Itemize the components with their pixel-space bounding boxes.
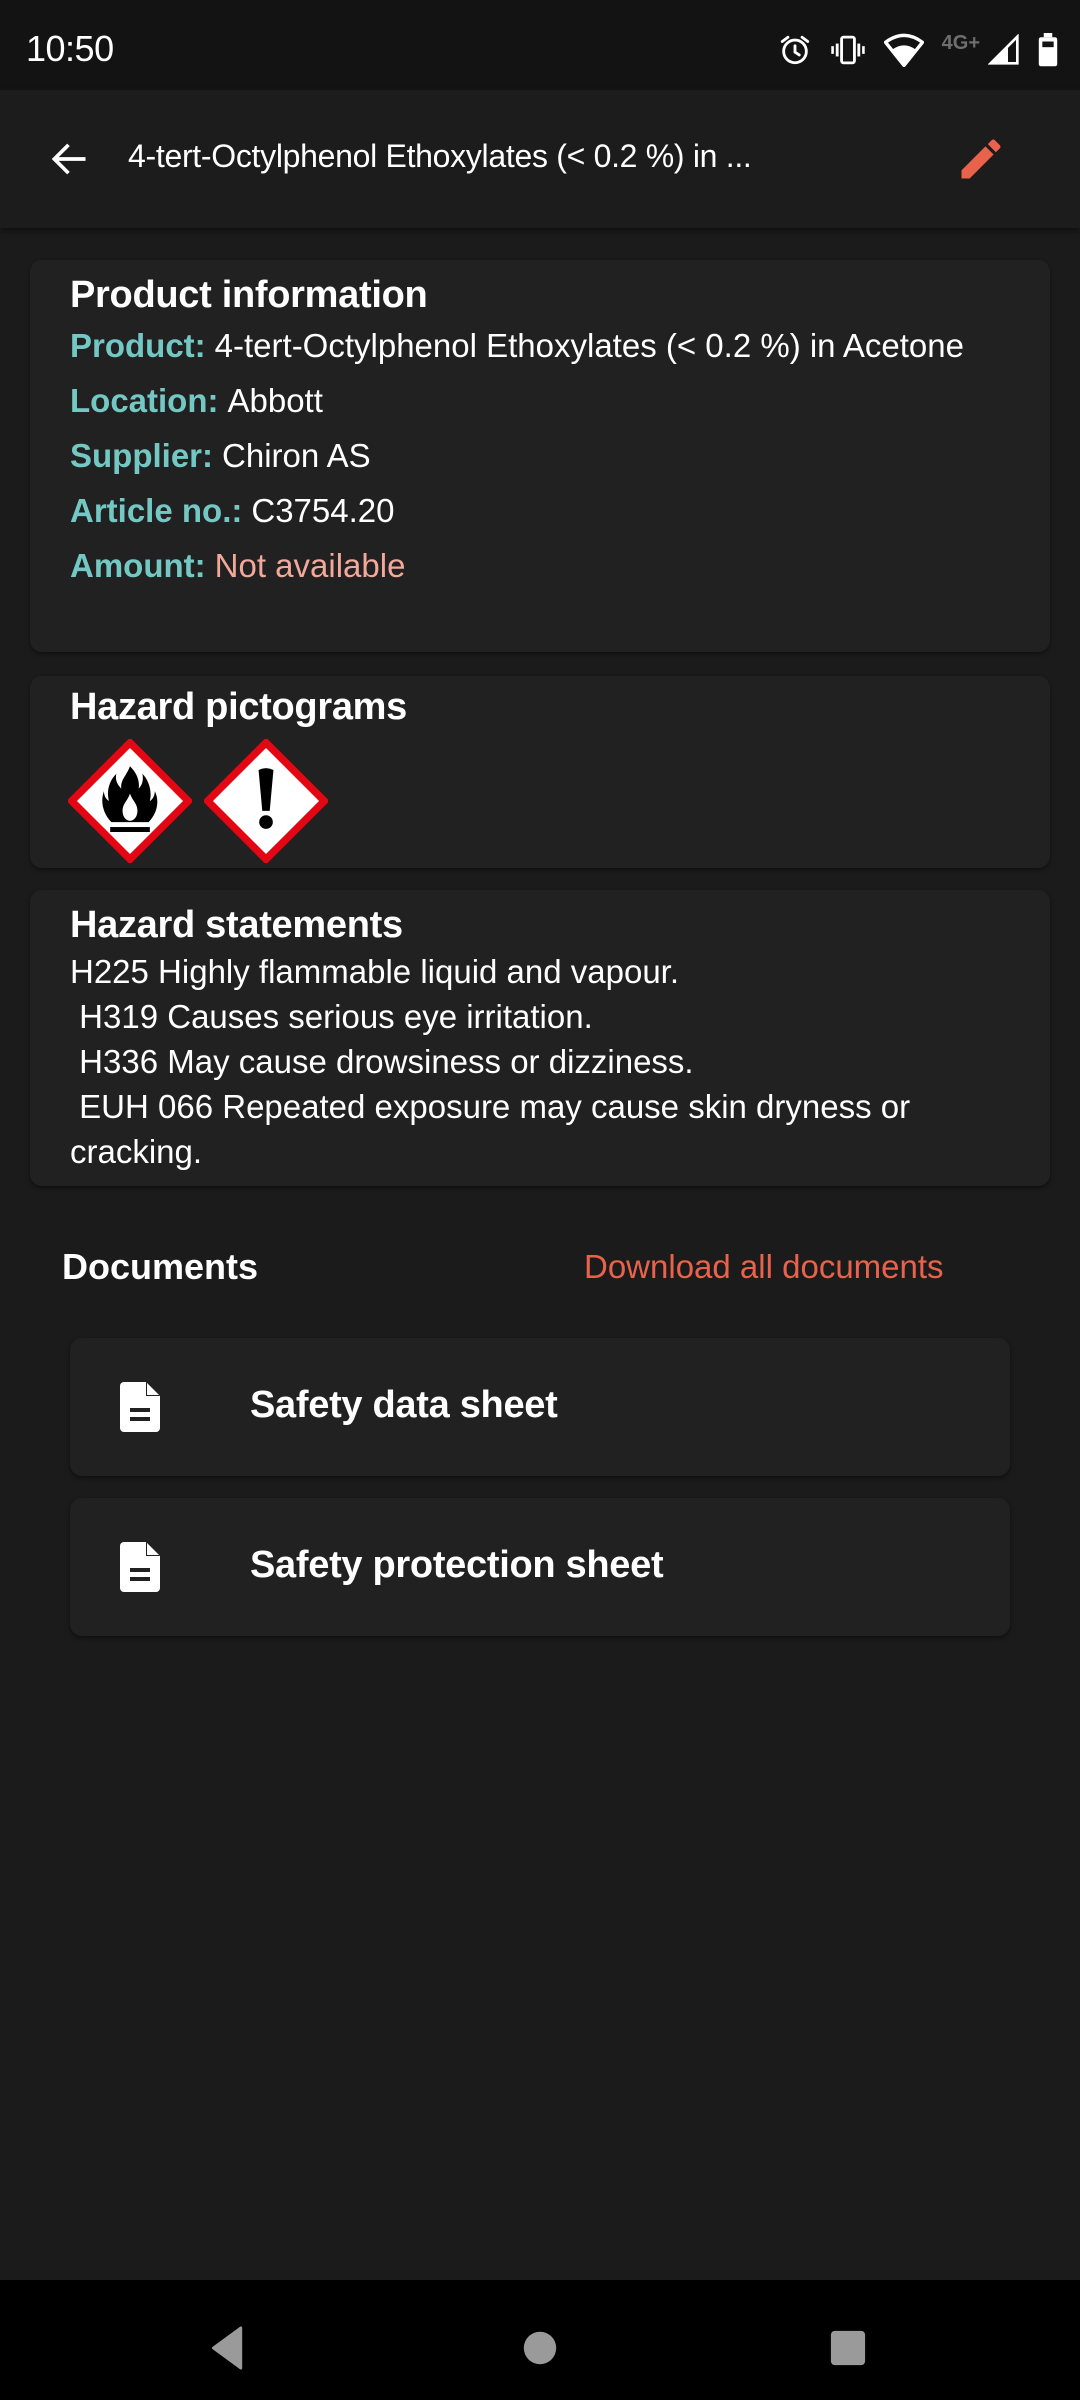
document-icon: [120, 1382, 160, 1432]
nav-back-button[interactable]: [198, 2318, 258, 2378]
back-button[interactable]: [40, 130, 98, 188]
document-label: Safety data sheet: [250, 1384, 558, 1426]
info-row-article: Article no.: C3754.20: [70, 488, 1010, 533]
pencil-icon: [961, 139, 1001, 179]
amount-label: Amount:: [70, 547, 206, 584]
flame-pictogram-icon: [68, 739, 192, 863]
nav-recents-button[interactable]: [818, 2318, 878, 2378]
document-item-safety-data-sheet[interactable]: Safety data sheet: [70, 1338, 1010, 1476]
document-item-safety-protection-sheet[interactable]: Safety protection sheet: [70, 1498, 1010, 1636]
supplier-value: Chiron AS: [222, 437, 371, 474]
nav-home-icon: [523, 2331, 557, 2365]
edit-button[interactable]: [950, 128, 1012, 190]
supplier-label: Supplier:: [70, 437, 214, 474]
article-label: Article no.:: [70, 492, 243, 529]
product-value: 4-tert-Octylphenol Ethoxylates (< 0.2 %)…: [214, 327, 964, 364]
product-label: Product:: [70, 327, 206, 364]
info-row-product: Product: 4-tert-Octylphenol Ethoxylates …: [70, 323, 1010, 368]
network-type-label: 4G+: [941, 31, 980, 54]
product-information-title: Product information: [70, 274, 428, 316]
info-row-location: Location: Abbott: [70, 378, 1010, 423]
arrow-left-icon: [51, 143, 86, 175]
document-icon: [120, 1542, 160, 1592]
info-row-supplier: Supplier: Chiron AS: [70, 433, 1010, 478]
info-row-amount: Amount: Not available: [70, 543, 1010, 588]
hazard-statements-card: Hazard statements H225 Highly flammable …: [30, 890, 1050, 1186]
system-navigation-bar: [0, 2280, 1080, 2400]
alarm-icon: [780, 35, 809, 65]
nav-back-icon: [211, 2326, 243, 2370]
location-label: Location:: [70, 382, 219, 419]
hazard-pictograms-card: Hazard pictograms: [30, 676, 1050, 868]
documents-title: Documents: [62, 1246, 259, 1287]
document-label: Safety protection sheet: [250, 1544, 664, 1586]
vibrate-icon: [830, 35, 865, 65]
status-icons: 4G+: [778, 30, 1058, 70]
article-value: C3754.20: [251, 492, 395, 529]
amount-value: Not available: [214, 547, 406, 584]
battery-icon: [1038, 33, 1058, 67]
download-all-documents-link[interactable]: Download all documents: [584, 1248, 944, 1286]
hazard-statements-title: Hazard statements: [70, 904, 403, 946]
hazard-pictograms-title: Hazard pictograms: [70, 686, 407, 728]
location-value: Abbott: [227, 382, 323, 419]
product-information-card: Product information Product: 4-tert-Octy…: [30, 260, 1050, 652]
status-time: 10:50: [26, 28, 114, 69]
signal-icon: [988, 34, 1019, 65]
exclamation-pictogram-icon: [204, 739, 328, 863]
wifi-icon: [883, 33, 924, 67]
hazard-statements-text: H225 Highly flammable liquid and vapour.…: [70, 953, 911, 1170]
app-bar: 4-tert-Octylphenol Ethoxylates (< 0.2 %)…: [0, 90, 1080, 228]
nav-home-button[interactable]: [510, 2318, 570, 2378]
page-title: 4-tert-Octylphenol Ethoxylates (< 0.2 %)…: [128, 138, 752, 174]
status-bar: 10:50 4G+: [0, 0, 1080, 90]
pictogram-list: [68, 739, 1010, 863]
nav-recents-icon: [830, 2330, 866, 2366]
